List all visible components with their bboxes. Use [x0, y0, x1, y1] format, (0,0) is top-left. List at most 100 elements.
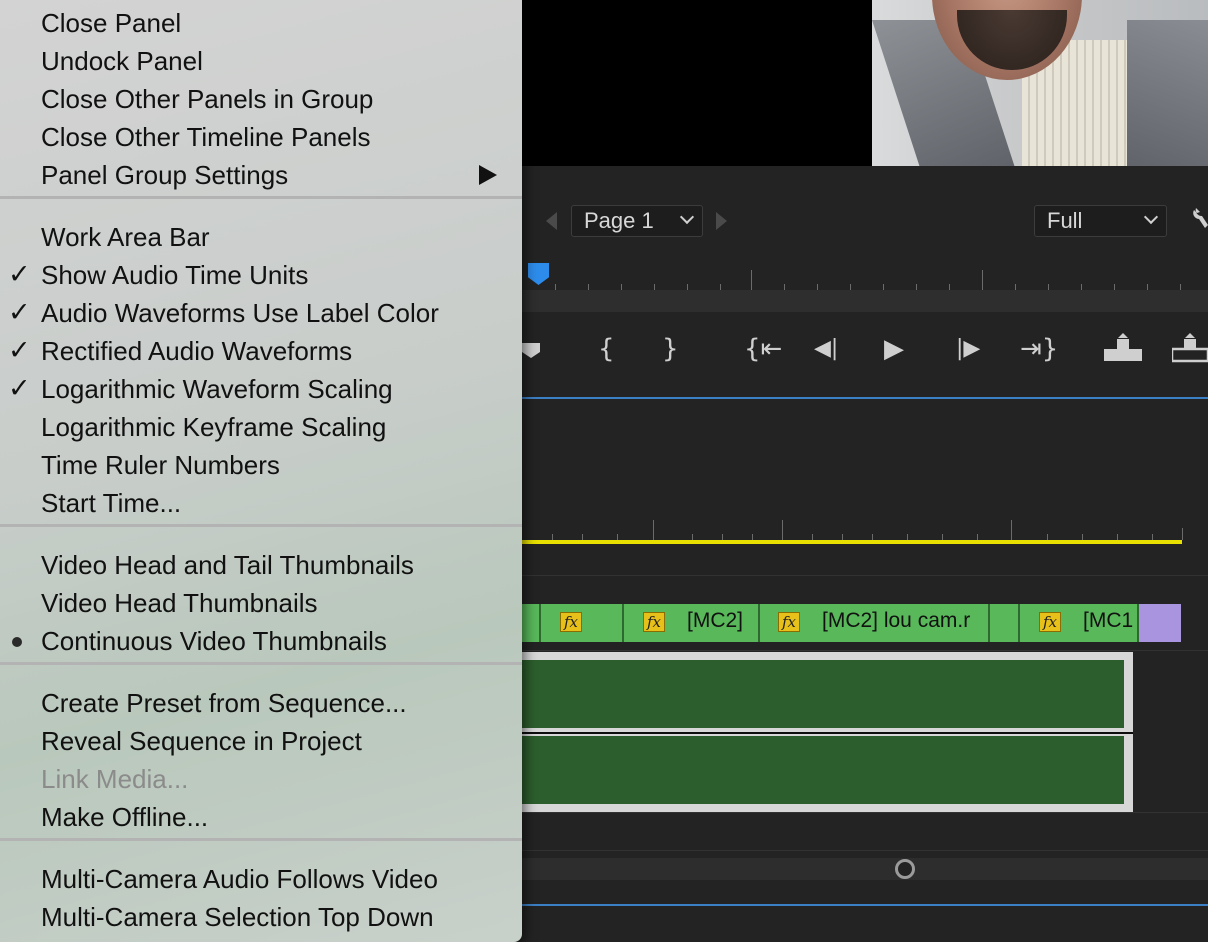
clip-label: [MC1 [1083, 609, 1134, 632]
clip-label: [MC2] [687, 609, 744, 632]
menu-item-close-other-panels-in-group[interactable]: Close Other Panels in Group [0, 79, 522, 117]
menu-item-start-time[interactable]: Start Time... [0, 483, 522, 521]
menu-item-label: Time Ruler Numbers [41, 450, 280, 480]
mark-in-button[interactable]: { [598, 333, 615, 365]
step-back-button[interactable]: ◀| [814, 333, 838, 365]
menu-item-label: Video Head and Tail Thumbnails [41, 550, 414, 580]
menu-item-time-ruler-numbers[interactable]: Time Ruler Numbers [0, 445, 522, 483]
menu-item-label: Video Head Thumbnails [41, 588, 318, 618]
menu-item-label: Audio Waveforms Use Label Color [41, 298, 439, 328]
go-to-out-button[interactable]: ⇥} [1020, 333, 1058, 365]
fx-badge-icon: fx [778, 612, 800, 632]
zoom-level-label: Full [1047, 208, 1083, 233]
step-forward-button[interactable]: |▶ [956, 333, 980, 365]
checkmark-icon: ✓ [8, 297, 31, 328]
wrench-icon[interactable] [1190, 206, 1208, 230]
timeline-horizontal-scrollbar[interactable] [522, 858, 1208, 880]
menu-item-work-area-bar[interactable]: Work Area Bar [0, 217, 522, 255]
menu-item-audio-waveforms-use-label-color[interactable]: ✓ Audio Waveforms Use Label Color [0, 293, 522, 331]
menu-item-label: Undock Panel [41, 46, 203, 76]
panel-divider [522, 397, 1208, 399]
menu-item-label: Work Area Bar [41, 222, 210, 252]
menu-item-label: Logarithmic Keyframe Scaling [41, 412, 387, 442]
lift-icon[interactable] [1104, 333, 1144, 365]
menu-item-multi-camera-audio-follows-video[interactable]: Multi-Camera Audio Follows Video [0, 859, 522, 897]
checkmark-icon: ✓ [8, 373, 31, 404]
chevron-down-icon [1143, 209, 1159, 225]
video-track: fx fx [MC2] fx [MC2] lou cam.r fx [MC1 [522, 604, 1182, 642]
fx-badge-icon: fx [643, 612, 665, 632]
menu-item-label: Create Preset from Sequence... [41, 688, 407, 718]
menu-item-make-offline[interactable]: Make Offline... [0, 797, 522, 835]
audio-clip[interactable] [522, 660, 1124, 728]
video-clip[interactable]: fx [MC2] [624, 604, 760, 642]
go-to-in-button[interactable]: {⇤ [744, 333, 782, 365]
checkmark-icon: ✓ [8, 335, 31, 366]
page-select[interactable]: Page 1 [571, 205, 703, 237]
menu-item-label: Close Other Panels in Group [41, 84, 374, 114]
fx-badge-icon: fx [560, 612, 582, 632]
menu-separator [0, 196, 522, 199]
menu-item-label: Continuous Video Thumbnails [41, 626, 387, 656]
menu-item-multi-camera-selection-top-down[interactable]: Multi-Camera Selection Top Down [0, 897, 522, 935]
menu-item-label: Close Other Timeline Panels [41, 122, 371, 152]
menu-item-label: Multi-Camera Audio Follows Video [41, 864, 438, 894]
menu-item-close-panel[interactable]: Close Panel [0, 3, 522, 41]
mark-out-button[interactable]: } [662, 333, 679, 365]
menu-separator [0, 524, 522, 527]
video-clip[interactable]: fx [MC1 [1020, 604, 1139, 642]
menu-item-label: Logarithmic Waveform Scaling [41, 374, 393, 404]
menu-item-label: Reveal Sequence in Project [41, 726, 362, 756]
menu-item-close-other-timeline-panels[interactable]: Close Other Timeline Panels [0, 117, 522, 155]
play-button[interactable]: ▶ [884, 333, 904, 365]
menu-item-undock-panel[interactable]: Undock Panel [0, 41, 522, 79]
video-clip[interactable]: fx [541, 604, 624, 642]
video-clip[interactable] [522, 604, 541, 642]
menu-item-label: Link Media... [41, 764, 189, 794]
menu-item-continuous-video-thumbnails[interactable]: Continuous Video Thumbnails [0, 621, 522, 659]
extract-icon[interactable] [1172, 333, 1208, 365]
fx-badge-icon: fx [1039, 612, 1061, 632]
video-clip[interactable] [990, 604, 1020, 642]
timeline-panel-menu: Close Panel Undock Panel Close Other Panel… [0, 0, 522, 942]
adjustment-layer-clip[interactable] [1139, 604, 1181, 642]
video-clip[interactable]: fx [MC2] lou cam.r [760, 604, 990, 642]
next-page-arrow-icon[interactable] [716, 212, 727, 230]
menu-separator [0, 662, 522, 665]
radio-bullet-icon [12, 637, 22, 647]
menu-item-label: Close Panel [41, 8, 182, 38]
menu-item-rectified-audio-waveforms[interactable]: ✓ Rectified Audio Waveforms [0, 331, 522, 369]
submenu-arrow-icon [479, 165, 497, 185]
menu-item-video-head-thumbnails[interactable]: Video Head Thumbnails [0, 583, 522, 621]
menu-item-label: Make Offline... [41, 802, 209, 832]
zoom-level-select[interactable]: Full [1034, 205, 1167, 237]
checkmark-icon: ✓ [8, 259, 31, 290]
menu-item-label: Multi-Camera Selection Top Down [41, 902, 434, 932]
menu-item-video-head-and-tail-thumbnails[interactable]: Video Head and Tail Thumbnails [0, 545, 522, 583]
menu-item-label: Panel Group Settings [41, 160, 289, 190]
program-monitor-video-frame [872, 0, 1208, 166]
marker-icon[interactable] [522, 333, 542, 365]
menu-item-link-media: Link Media... [0, 759, 522, 797]
timeline-time-ruler[interactable] [522, 500, 1208, 540]
clip-label: [MC2] lou cam.r [822, 609, 971, 632]
previous-page-arrow-icon[interactable] [546, 212, 557, 230]
menu-item-logarithmic-keyframe-scaling[interactable]: Logarithmic Keyframe Scaling [0, 407, 522, 445]
page-select-label: Page 1 [584, 208, 654, 233]
menu-item-reveal-sequence-in-project[interactable]: Reveal Sequence in Project [0, 721, 522, 759]
menu-item-logarithmic-waveform-scaling[interactable]: ✓ Logarithmic Waveform Scaling [0, 369, 522, 407]
menu-item-label: Rectified Audio Waveforms [41, 336, 353, 366]
menu-item-show-audio-time-units[interactable]: ✓ Show Audio Time Units [0, 255, 522, 293]
chevron-down-icon [679, 209, 695, 225]
work-area-bar[interactable] [522, 540, 1182, 544]
menu-separator [0, 838, 522, 841]
monitor-time-ruler[interactable] [522, 262, 1208, 290]
menu-item-panel-group-settings[interactable]: Panel Group Settings [0, 155, 522, 193]
audio-clip[interactable] [522, 736, 1124, 804]
menu-item-create-preset-from-sequence[interactable]: Create Preset from Sequence... [0, 683, 522, 721]
panel-divider [522, 904, 1208, 906]
menu-item-label: Show Audio Time Units [41, 260, 309, 290]
menu-item-label: Start Time... [41, 488, 182, 518]
scroll-handle-icon[interactable] [895, 859, 915, 879]
monitor-zoom-scrollbar[interactable] [522, 290, 1208, 312]
